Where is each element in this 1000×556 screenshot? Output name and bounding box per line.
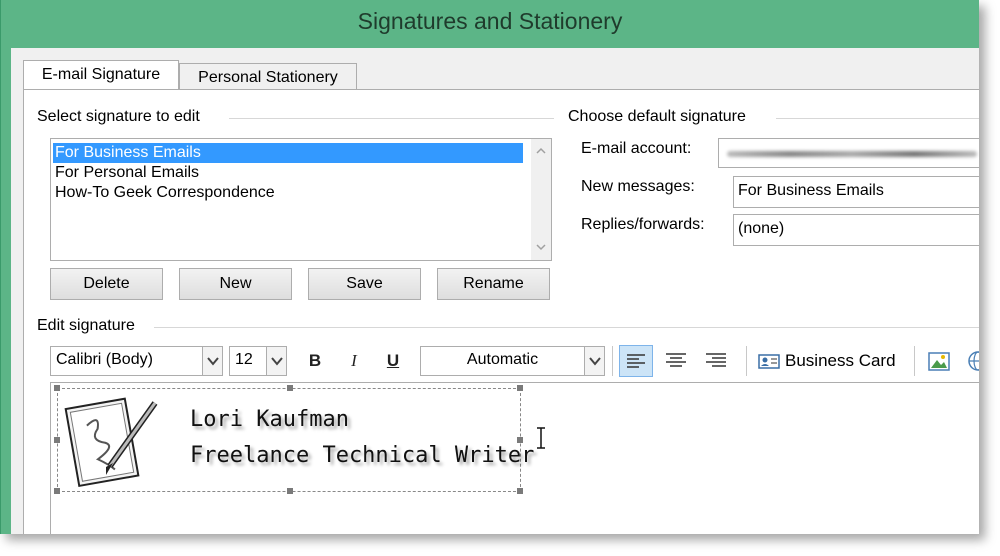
signature-list[interactable]: For Business Emails For Personal Emails … [50,138,552,261]
new-messages-label: New messages: [581,178,695,195]
notepad-pen-icon [64,397,158,488]
italic-button[interactable]: I [342,346,366,376]
signature-title: Freelance Technical Writer [190,443,535,468]
redacted-email [727,151,977,157]
globe-icon [968,351,979,371]
font-color-dropdown[interactable] [584,347,604,375]
tab-personal-stationery-label: Personal Stationery [198,69,338,86]
chevron-down-icon [589,357,601,366]
resize-handle[interactable] [517,437,523,443]
rename-button[interactable]: Rename [437,268,550,300]
font-size-value: 12 [235,351,253,368]
signature-name: Lori Kaufman [190,407,349,432]
edit-signature-label: Edit signature [37,317,135,334]
divider [776,118,979,119]
bold-button[interactable]: B [303,346,327,376]
signature-editor[interactable]: Lori Kaufman Freelance Technical Writer [50,382,979,534]
list-item[interactable]: For Personal Emails [53,163,199,183]
email-account-label: E-mail account: [581,140,692,157]
text-cursor-icon [537,427,545,449]
signature-image-frame[interactable]: Lori Kaufman Freelance Technical Writer [54,385,534,494]
resize-handle[interactable] [287,488,293,494]
font-size-dropdown[interactable] [266,347,286,375]
divider [229,118,554,119]
window-left-border [1,48,11,534]
divider [154,327,979,328]
font-value: Calibri (Body) [56,351,153,368]
resize-handle[interactable] [54,488,60,494]
resize-handle[interactable] [517,488,523,494]
align-center-button[interactable] [660,346,692,376]
delete-button[interactable]: Delete [50,268,163,300]
font-select[interactable]: Calibri (Body) [50,346,223,376]
window-title: Signatures and Stationery [357,8,623,34]
scroll-arrows-icon [536,147,546,251]
resize-handle[interactable] [54,437,60,443]
replies-forwards-label: Replies/forwards: [581,216,705,233]
new-button[interactable]: New [179,268,292,300]
list-item[interactable]: For Business Emails [53,143,523,163]
business-card-icon [758,354,780,369]
dialog-window: Signatures and Stationery E-mail Signatu… [0,0,979,534]
resize-handle[interactable] [287,385,293,391]
align-left-icon [627,354,645,368]
list-item[interactable]: How-To Geek Correspondence [53,183,275,203]
chevron-down-icon [207,357,219,366]
font-dropdown[interactable] [202,347,222,375]
picture-icon [928,352,950,371]
save-button[interactable]: Save [308,268,421,300]
toolbar-separator [746,346,747,376]
underline-button[interactable]: U [381,346,405,376]
select-signature-label: Select signature to edit [37,108,200,125]
font-size-select[interactable]: 12 [229,346,287,376]
choose-default-label: Choose default signature [568,108,746,125]
new-messages-select[interactable]: For Business Emails [733,176,979,208]
business-card-button[interactable]: Business Card [757,346,907,376]
replies-forwards-select[interactable]: (none) [733,214,979,246]
align-left-button[interactable] [619,345,653,377]
tab-panel: Select signature to edit For Business Em… [23,89,979,534]
resize-handle[interactable] [517,385,523,391]
font-color-select[interactable]: Automatic [420,346,605,376]
chevron-down-icon [271,357,283,366]
tab-email-signature-label: E-mail Signature [41,66,161,83]
align-center-icon [666,353,686,367]
title-bar: Signatures and Stationery [1,0,979,48]
toolbar-separator [612,346,613,376]
insert-hyperlink-button[interactable] [964,346,979,376]
insert-picture-button[interactable] [926,346,954,376]
resize-handle[interactable] [54,385,60,391]
toolbar-separator [914,346,915,376]
align-right-icon [706,353,726,367]
email-account-field[interactable] [718,138,979,168]
font-color-value: Automatic [466,351,539,368]
list-scrollbar[interactable] [531,139,551,260]
dialog-body: E-mail Signature Personal Stationery Sel… [11,48,979,534]
align-right-button[interactable] [700,346,732,376]
business-card-label: Business Card [785,351,896,370]
